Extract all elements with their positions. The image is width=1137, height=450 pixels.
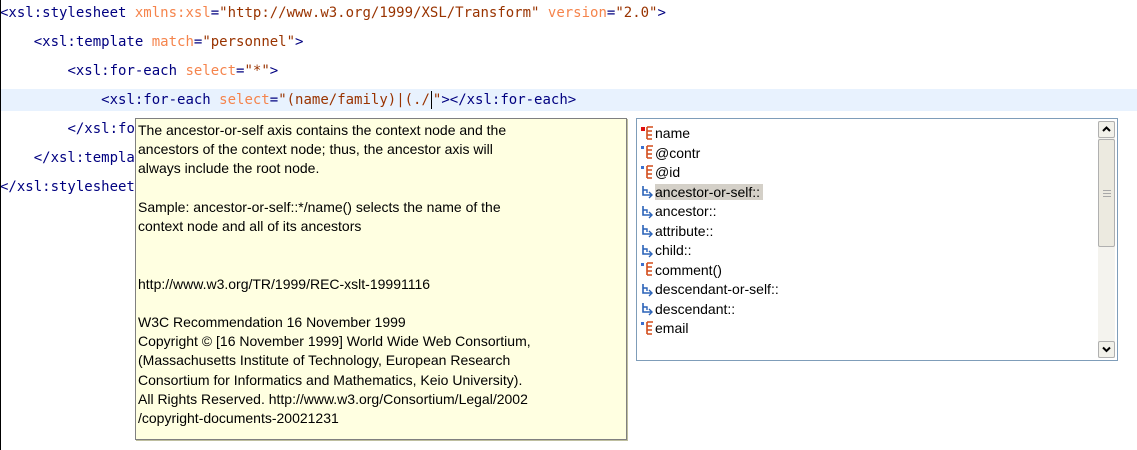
code-line[interactable]: <xsl:stylesheet xmlns:xsl="http://www.w3… — [0, 2, 1137, 24]
completion-item[interactable]: @id — [641, 163, 680, 182]
completion-item[interactable]: ancestor-or-self:: — [641, 183, 764, 202]
chevron-up-icon — [1102, 126, 1111, 132]
completion-item-label: child:: — [655, 242, 692, 258]
xml-tag-close: > — [269, 63, 279, 79]
scroll-thumb[interactable] — [1098, 139, 1115, 247]
completion-item-label: descendant-or-self:: — [655, 281, 779, 297]
completion-item[interactable]: name — [641, 124, 690, 143]
completion-item-label: name — [655, 125, 691, 141]
element-icon — [641, 125, 654, 141]
axis-icon — [641, 282, 654, 297]
completion-item[interactable]: child:: — [641, 241, 692, 260]
axis-icon — [641, 204, 654, 219]
code-line[interactable]: <xsl:template match="personnel"> — [0, 31, 1137, 53]
editor-left-border — [0, 0, 1, 450]
completion-item[interactable]: email — [641, 319, 688, 338]
doc-text-line: Copyright © [16 November 1999] World Wid… — [138, 333, 531, 350]
documentation-tooltip: The ancestor-or-self axis contains the c… — [135, 118, 627, 440]
completion-scrollbar[interactable] — [1098, 121, 1115, 358]
xml-attribute-value: "http://www.w3.org/1999/XSL/Transform" — [219, 5, 540, 21]
completion-item[interactable]: descendant-or-self:: — [641, 280, 779, 299]
doc-text-line: /copyright-documents-20021231 — [138, 410, 339, 426]
doc-text-line: The ancestor-or-self axis contains the c… — [138, 122, 507, 138]
attribute-icon — [641, 145, 654, 160]
completion-item-label: descendant:: — [655, 300, 736, 317]
xml-attribute-value: "*" — [244, 63, 270, 79]
xml-tag-name: <xsl:for-each — [67, 63, 178, 79]
scroll-up-button[interactable] — [1098, 121, 1115, 138]
chevron-down-icon — [1102, 346, 1111, 353]
element-icon — [641, 262, 654, 277]
completion-item[interactable]: descendant:: — [641, 300, 735, 319]
completion-item[interactable]: comment() — [641, 261, 722, 280]
completion-item-label: email — [655, 320, 689, 336]
completion-item[interactable]: ancestor:: — [641, 202, 716, 221]
axis-icon — [641, 301, 654, 316]
completion-item[interactable]: attribute:: — [641, 222, 713, 241]
completion-item-label: attribute:: — [655, 222, 714, 239]
axis-icon — [641, 223, 654, 238]
xml-attribute-name: version — [539, 5, 607, 21]
doc-text-line: always include the root node. — [138, 160, 320, 177]
xml-tag-close: ></xsl:for-each> — [441, 92, 577, 108]
completion-item-label: ancestor-or-self:: — [655, 183, 764, 200]
text-caret — [430, 91, 432, 109]
xml-attribute-name: select — [210, 92, 270, 108]
xml-attribute-value: "2.0" — [615, 5, 658, 21]
axis-icon — [641, 184, 654, 199]
xml-attribute-name: xmlns:xsl — [126, 5, 211, 21]
xml-tag-name: </xsl:stylesheet> — [0, 179, 144, 195]
element-icon — [641, 320, 654, 336]
completion-item-label: @id — [655, 164, 681, 180]
completion-item[interactable]: @contr — [641, 144, 700, 163]
scroll-down-button[interactable] — [1098, 341, 1115, 358]
attribute-icon — [641, 164, 654, 180]
xml-tag-name: <xsl:stylesheet — [0, 5, 127, 21]
xml-equals: = — [210, 5, 220, 21]
xml-tag-close: > — [657, 5, 666, 21]
xml-attribute-value: "(name/family)|(./ — [278, 92, 430, 108]
doc-text-line: context node and all of its ancestors — [138, 218, 362, 234]
code-line[interactable]: <xsl:for-each select="*"> — [0, 60, 1137, 82]
code-line-current[interactable]: <xsl:for-each select="(name/family)|(./"… — [0, 89, 1137, 111]
doc-text-line: http://www.w3.org/TR/1999/REC-xslt-19991… — [138, 275, 431, 292]
completion-item-label: @contr — [655, 144, 701, 161]
completion-item-label: ancestor:: — [655, 203, 717, 219]
xml-tag-name: <xsl:template — [33, 34, 144, 50]
xml-equals: = — [269, 92, 279, 108]
xml-tag-close: > — [295, 34, 304, 50]
xml-attribute-name: select — [177, 63, 237, 79]
doc-text-line: (Massachusetts Institute of Technology, … — [138, 352, 511, 369]
doc-text-line: All Rights Reserved. http://www.w3.org/C… — [138, 390, 528, 407]
axis-icon — [641, 243, 654, 258]
completion-item-label: comment() — [655, 261, 722, 278]
doc-text-line: Consortium for Informatics and Mathemati… — [138, 371, 523, 388]
doc-text-line: W3C Recommendation 16 November 1999 — [138, 314, 406, 330]
xml-attribute-value: "personnel" — [202, 34, 296, 50]
xml-attribute-name: match — [143, 34, 194, 50]
xml-tag-name: <xsl:for-each — [101, 92, 211, 108]
doc-text-line: ancestors of the context node; thus, the… — [138, 141, 493, 158]
doc-text-line: Sample: ancestor-or-self::*/name() selec… — [138, 198, 501, 215]
content-completion-list[interactable]: name@contr@idancestor-or-self:: ancestor:… — [636, 118, 1118, 361]
